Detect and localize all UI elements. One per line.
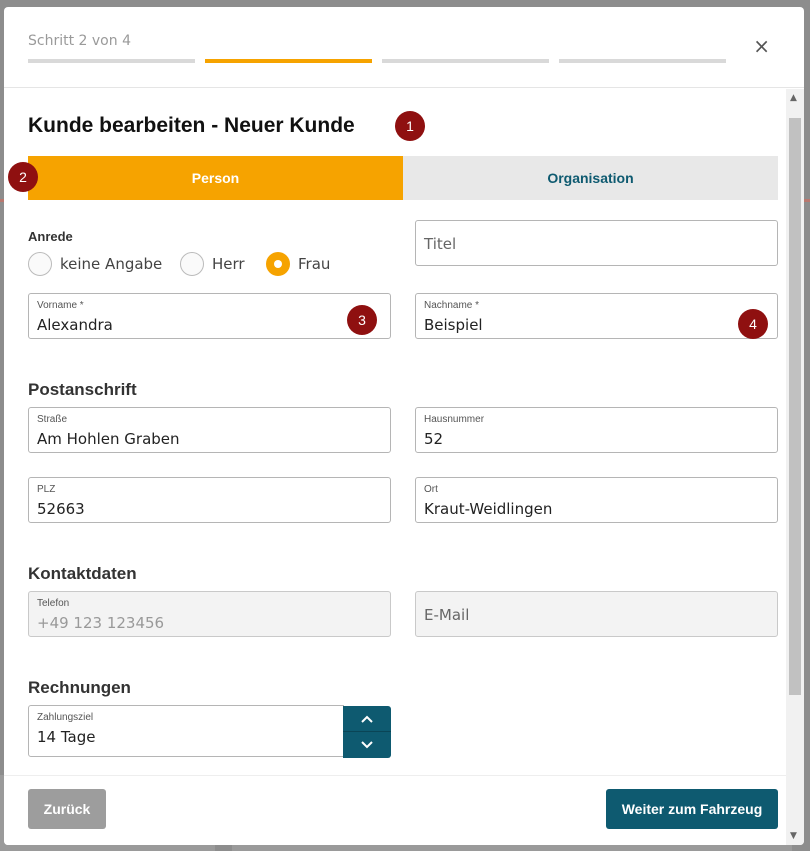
radio-keine-angabe[interactable]: keine Angabe	[28, 252, 162, 276]
step-indicator-text: Schritt 2 von 4	[28, 33, 131, 49]
zahlungsziel-field[interactable]: Zahlungsziel 14 Tage	[28, 705, 344, 757]
hausnummer-value: 52	[424, 430, 444, 448]
next-button[interactable]: Weiter zum Fahrzeug	[606, 789, 778, 829]
step-bar-4	[559, 59, 726, 63]
plz-label: PLZ	[37, 484, 56, 495]
chevron-up-icon[interactable]	[343, 706, 391, 732]
plz-value: 52663	[37, 500, 85, 518]
hausnummer-label: Hausnummer	[424, 414, 485, 425]
vorname-field[interactable]: Vorname * Alexandra	[28, 293, 391, 339]
rechnungen-heading: Rechnungen	[28, 678, 131, 697]
strasse-label: Straße	[37, 414, 68, 425]
tab-person[interactable]: Person	[28, 156, 403, 200]
chevron-down-icon[interactable]	[343, 732, 391, 758]
titel-field[interactable]: Titel	[415, 220, 778, 266]
strasse-value: Am Hohlen Graben	[37, 430, 180, 448]
vorname-label: Vorname *	[37, 300, 84, 311]
ort-value: Kraut-Weidlingen	[424, 500, 553, 518]
radio-circle	[28, 252, 52, 276]
nachname-field[interactable]: Nachname * Beispiel	[415, 293, 778, 339]
wizard-header: Schritt 2 von 4 ×	[4, 7, 804, 88]
telefon-placeholder: +49 123 123456	[37, 614, 165, 632]
titel-placeholder: Titel	[424, 235, 457, 253]
email-field[interactable]: E-Mail	[415, 591, 778, 637]
annotation-badge-2: 2	[8, 162, 38, 192]
annotation-badge-3: 3	[347, 305, 377, 335]
tab-organisation[interactable]: Organisation	[403, 156, 778, 200]
scrollbar[interactable]: ▲ ▼	[786, 89, 804, 845]
customer-type-tabs: Person Organisation	[28, 156, 778, 200]
plz-field[interactable]: PLZ 52663	[28, 477, 391, 523]
postanschrift-heading: Postanschrift	[28, 380, 137, 399]
dialog-body: Kunde bearbeiten - Neuer Kunde 1 Person …	[4, 89, 786, 775]
radio-circle-checked	[266, 252, 290, 276]
ort-label: Ort	[424, 484, 438, 495]
scroll-down-icon[interactable]: ▼	[790, 831, 797, 841]
radio-label: keine Angabe	[60, 255, 163, 273]
radio-label: Frau	[298, 255, 331, 273]
strasse-field[interactable]: Straße Am Hohlen Graben	[28, 407, 391, 453]
close-icon[interactable]: ×	[753, 36, 770, 56]
email-placeholder: E-Mail	[424, 606, 470, 624]
zahlungsziel-label: Zahlungsziel	[37, 712, 94, 723]
telefon-label: Telefon	[37, 598, 70, 609]
customer-edit-dialog: Schritt 2 von 4 × Kunde bearbeiten - Neu…	[4, 7, 804, 845]
step-bar-1	[28, 59, 195, 63]
scrollbar-thumb[interactable]	[789, 118, 801, 695]
annotation-badge-1: 1	[395, 111, 425, 141]
anrede-label: Anrede	[28, 229, 73, 244]
hausnummer-field[interactable]: Hausnummer 52	[415, 407, 778, 453]
radio-label: Herr	[212, 255, 245, 273]
step-bar-3	[382, 59, 549, 63]
radio-circle	[180, 252, 204, 276]
step-bar-2	[205, 59, 372, 63]
ort-field[interactable]: Ort Kraut-Weidlingen	[415, 477, 778, 523]
vorname-value: Alexandra	[37, 316, 113, 334]
back-button[interactable]: Zurück	[28, 789, 106, 829]
dialog-footer: Zurück Weiter zum Fahrzeug	[4, 775, 786, 845]
telefon-field[interactable]: Telefon +49 123 123456	[28, 591, 391, 637]
radio-frau[interactable]: Frau	[266, 252, 330, 276]
kontaktdaten-heading: Kontaktdaten	[28, 564, 137, 583]
scroll-up-icon[interactable]: ▲	[790, 93, 797, 103]
zahlungsziel-stepper	[343, 706, 391, 758]
nachname-value: Beispiel	[424, 316, 483, 334]
nachname-label: Nachname *	[424, 300, 480, 311]
page-title: Kunde bearbeiten - Neuer Kunde	[28, 114, 355, 137]
step-progress	[28, 59, 726, 63]
annotation-badge-4: 4	[738, 309, 768, 339]
radio-herr[interactable]: Herr	[180, 252, 245, 276]
zahlungsziel-value: 14 Tage	[37, 728, 96, 746]
